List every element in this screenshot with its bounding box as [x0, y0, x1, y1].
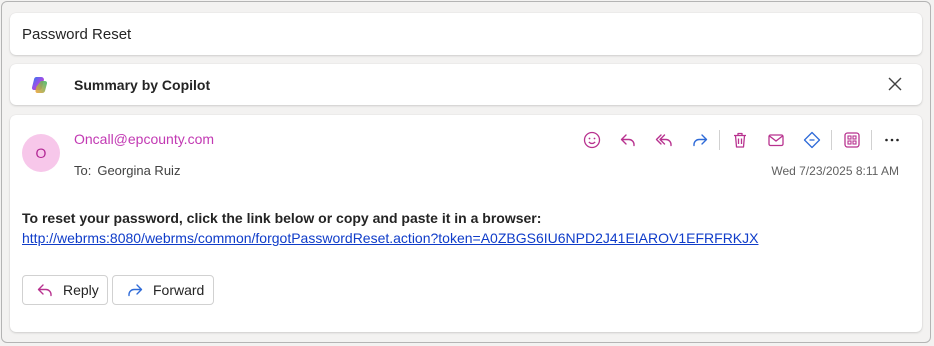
forward-icon	[128, 284, 143, 297]
mark-unread-icon[interactable]	[762, 127, 789, 153]
more-icon[interactable]	[878, 127, 905, 153]
copilot-summary-label: Summary by Copilot	[74, 77, 211, 93]
close-icon[interactable]	[886, 75, 904, 93]
toolbar-divider	[831, 130, 832, 150]
tag-icon[interactable]	[798, 127, 825, 153]
email-body-text: To reset your password, click the link b…	[22, 210, 542, 226]
message-toolbar	[569, 127, 905, 153]
delete-icon[interactable]	[726, 127, 753, 153]
forward-label: Forward	[153, 282, 205, 298]
recipient-name[interactable]: Georgina Ruiz	[97, 163, 180, 178]
recipient-row: To: Georgina Ruiz	[74, 163, 180, 178]
message-card: O Oncall@epcounty.com To: Georgina Ruiz W…	[10, 115, 922, 332]
apps-icon[interactable]	[838, 127, 865, 153]
reply-icon[interactable]	[614, 127, 641, 153]
emoji-icon[interactable]	[578, 127, 605, 153]
avatar[interactable]: O	[22, 134, 60, 172]
reply-icon	[37, 284, 52, 297]
toolbar-divider	[871, 130, 872, 150]
password-reset-link[interactable]: http://webrms:8080/webrms/common/forgotP…	[22, 230, 758, 246]
email-subject: Password Reset	[22, 26, 132, 43]
reply-label: Reply	[63, 282, 99, 298]
copilot-icon	[30, 75, 50, 95]
to-label: To:	[74, 163, 92, 178]
forward-button[interactable]: Forward	[112, 275, 214, 305]
sent-date: Wed 7/23/2025 8:11 AM	[771, 164, 899, 178]
copilot-summary-bar[interactable]: Summary by Copilot	[10, 64, 922, 105]
forward-icon[interactable]	[686, 127, 713, 153]
toolbar-divider	[719, 130, 720, 150]
reply-button[interactable]: Reply	[22, 275, 108, 305]
sender-address[interactable]: Oncall@epcounty.com	[74, 131, 214, 147]
reply-all-icon[interactable]	[650, 127, 677, 153]
subject-header: Password Reset	[10, 13, 922, 55]
reading-pane: Password Reset Summary by Copilot O Onca…	[1, 1, 931, 343]
